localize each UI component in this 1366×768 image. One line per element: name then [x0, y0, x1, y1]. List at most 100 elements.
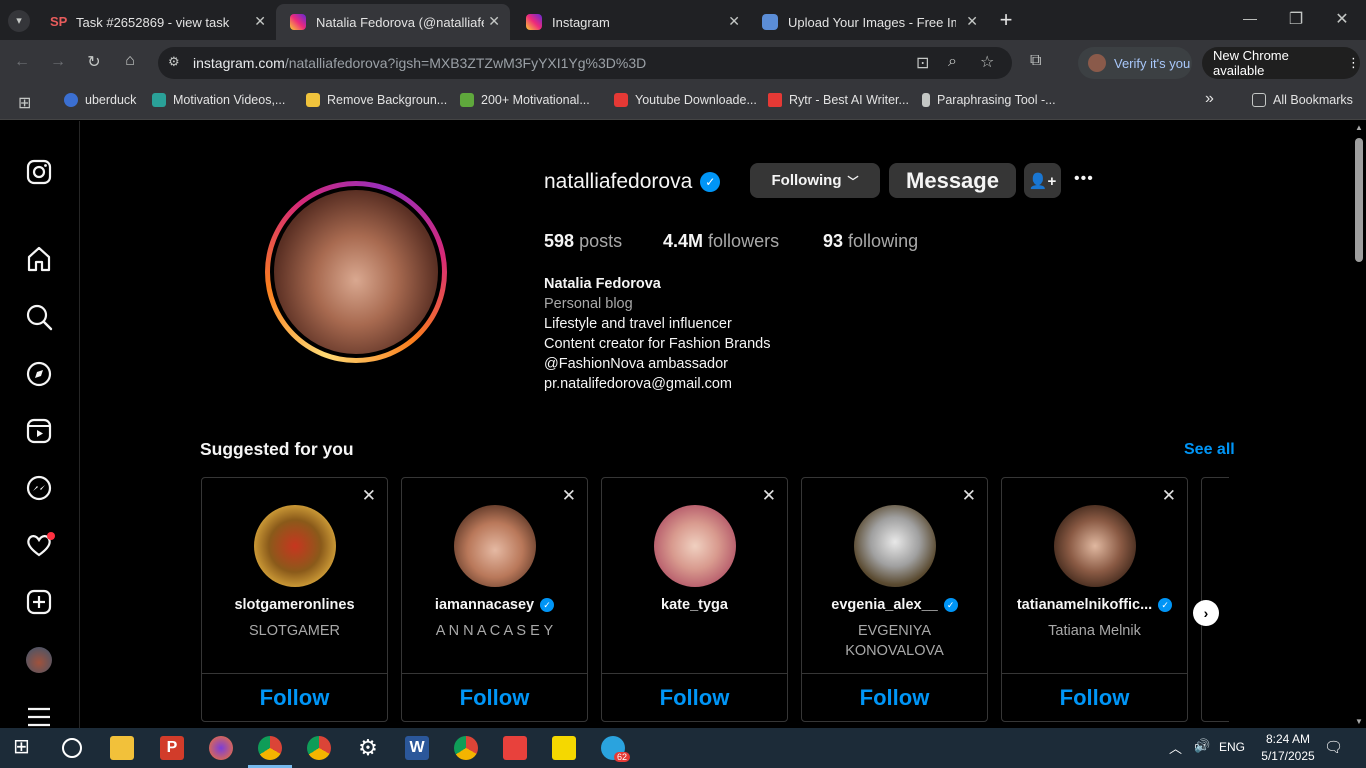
tab-instagram[interactable]: Instagram ✕: [512, 4, 750, 40]
apps-grid-icon[interactable]: ⊞: [18, 93, 31, 113]
rytr-icon: [768, 93, 782, 107]
suggestion-username[interactable]: iamannacasey ✓: [402, 597, 587, 613]
more-menu-icon[interactable]: [25, 703, 53, 731]
zoom-icon[interactable]: ⌕: [948, 53, 957, 71]
dismiss-icon[interactable]: ✕: [562, 486, 576, 506]
home-icon[interactable]: ⌂: [120, 52, 140, 70]
home-icon[interactable]: [25, 245, 53, 273]
suggestion-avatar[interactable]: [654, 505, 736, 587]
firefox-icon[interactable]: [209, 736, 233, 760]
windows-start-icon[interactable]: ⊞: [13, 734, 37, 758]
install-app-icon[interactable]: ⊡: [916, 53, 929, 73]
close-icon[interactable]: ✕: [488, 13, 500, 30]
wps-office-icon[interactable]: [503, 736, 527, 760]
verify-chip[interactable]: Verify it's you: [1078, 47, 1192, 79]
chrome-profile-icon[interactable]: [454, 736, 478, 760]
minimize-icon[interactable]: —: [1242, 10, 1258, 26]
dismiss-icon[interactable]: ✕: [762, 486, 776, 506]
bookmark-uberduck[interactable]: uberduck: [64, 93, 136, 107]
update-label: New Chrome available: [1213, 48, 1289, 78]
search-circle-icon[interactable]: [62, 738, 82, 758]
new-tab-button[interactable]: +: [994, 7, 1018, 33]
tab-upload[interactable]: Upload Your Images - Free Image Hosting …: [748, 4, 988, 40]
tab-natalia[interactable]: Natalia Fedorova (@natalliafedorova) ✕: [276, 4, 510, 40]
close-window-icon[interactable]: ✕: [1334, 9, 1350, 29]
volume-icon[interactable]: 🔊: [1194, 738, 1210, 754]
dismiss-icon[interactable]: ✕: [362, 486, 376, 506]
bookmark-200-motivational[interactable]: 200+ Motivational...: [460, 93, 590, 107]
messenger-icon[interactable]: [25, 474, 53, 502]
clock[interactable]: 8:24 AM 5/17/2025: [1258, 731, 1318, 765]
follow-button[interactable]: Follow: [202, 673, 387, 721]
dismiss-icon[interactable]: ✕: [962, 486, 976, 506]
language-indicator[interactable]: ENG: [1219, 740, 1245, 754]
windows-taskbar: ⊞ P ⚙ W 62 ︿ ▭ 🔊 ENG 8:24 AM 5/17/2025 🗨: [0, 728, 1366, 768]
image-host-favicon-icon: [762, 14, 778, 30]
chrome-icon[interactable]: [307, 736, 331, 760]
bookmark-rytr[interactable]: Rytr - Best AI Writer...: [768, 93, 909, 107]
more-bookmarks-icon[interactable]: »: [1205, 90, 1214, 108]
scroll-up-arrow-icon[interactable]: ▲: [1355, 123, 1363, 132]
close-icon[interactable]: ✕: [966, 13, 978, 30]
file-explorer-icon[interactable]: [110, 736, 134, 760]
suggestion-avatar[interactable]: [454, 505, 536, 587]
bookmark-remove-bg[interactable]: Remove Backgroun...: [306, 93, 447, 107]
create-icon[interactable]: [25, 588, 53, 616]
follow-button[interactable]: Follow: [1002, 673, 1187, 721]
settings-gear-icon[interactable]: ⚙: [356, 736, 380, 760]
back-icon[interactable]: ←: [12, 53, 32, 71]
explore-icon[interactable]: [25, 360, 53, 388]
follow-button[interactable]: Follow: [602, 673, 787, 721]
new-chrome-button[interactable]: New Chrome available ⋮: [1202, 47, 1360, 79]
reels-icon[interactable]: [25, 417, 53, 445]
dismiss-icon[interactable]: ✕: [1162, 486, 1176, 506]
extensions-icon[interactable]: ⧉: [1030, 52, 1041, 70]
search-icon[interactable]: [25, 303, 53, 331]
reload-icon[interactable]: ↻: [84, 52, 104, 72]
action-center-icon[interactable]: 🗨: [1324, 738, 1343, 756]
folder-icon: [1252, 93, 1266, 107]
scrollbar-thumb[interactable]: [1355, 138, 1363, 262]
follow-button[interactable]: Follow: [802, 673, 987, 721]
bookmark-youtube-downloader[interactable]: Youtube Downloade...: [614, 93, 757, 107]
site-info-icon[interactable]: ⚙: [168, 54, 180, 70]
forward-icon[interactable]: →: [48, 53, 68, 71]
bookmark-label: All Bookmarks: [1273, 93, 1353, 107]
suggestion-name: SLOTGAMER: [248, 623, 341, 639]
restore-icon[interactable]: ❐: [1288, 9, 1304, 29]
tab-search-icon[interactable]: ▾: [8, 10, 30, 32]
scroll-down-arrow-icon[interactable]: ▼: [1355, 717, 1363, 726]
bookmark-motivation[interactable]: Motivation Videos,...: [152, 93, 285, 107]
tray-chevron-icon[interactable]: ︿: [1169, 738, 1182, 757]
page-scrollbar[interactable]: ▲ ▼: [1352, 121, 1366, 728]
instagram-logo-icon[interactable]: [25, 158, 53, 186]
suggestion-username[interactable]: slotgameronlines: [202, 597, 387, 613]
tab-task[interactable]: SP Task #2652869 - view task ✕: [36, 4, 276, 40]
chrome-active-icon[interactable]: [258, 736, 282, 760]
suggestion-avatar[interactable]: [1054, 505, 1136, 587]
suggestion-name: Tatiana Melnik: [1048, 623, 1141, 639]
profile-avatar[interactable]: [26, 647, 52, 673]
suggestion-avatar[interactable]: [854, 505, 936, 587]
address-bar[interactable]: ⚙ instagram.com/natalliafedorova?igsh=MX…: [158, 47, 1012, 79]
follow-button[interactable]: Follow: [402, 673, 587, 721]
bookmark-star-icon[interactable]: ☆: [980, 52, 994, 72]
bookmark-paraphrasing[interactable]: Paraphrasing Tool -...: [922, 93, 1056, 107]
avatar-icon: [1088, 54, 1106, 72]
exness-icon[interactable]: [552, 736, 576, 760]
wps-pdf-icon[interactable]: P: [160, 736, 184, 760]
all-bookmarks[interactable]: All Bookmarks: [1252, 93, 1353, 107]
suggestion-username[interactable]: kate_tyga: [602, 597, 787, 613]
word-icon[interactable]: W: [405, 736, 429, 760]
suggestion-name: A N N A C A S E Y: [435, 623, 554, 639]
suggestion-username[interactable]: evgenia_alex__ ✓: [802, 597, 987, 613]
bookmark-label: Remove Backgroun...: [327, 93, 448, 107]
carousel-next-button[interactable]: ›: [1193, 600, 1219, 626]
profile-main: natalliafedorova ✓ Following ﹀ Message 👤…: [80, 121, 1352, 728]
close-icon[interactable]: ✕: [254, 13, 266, 30]
close-icon[interactable]: ✕: [728, 13, 740, 30]
bookmark-label: Motivation Videos,...: [173, 93, 286, 107]
suggestion-username[interactable]: tatianamelnikoffic... ✓: [1002, 597, 1187, 613]
suggestion-card: ✕ iamannacasey ✓ A N N A C A S E Y Follow: [401, 477, 588, 722]
suggestion-avatar[interactable]: [254, 505, 336, 587]
